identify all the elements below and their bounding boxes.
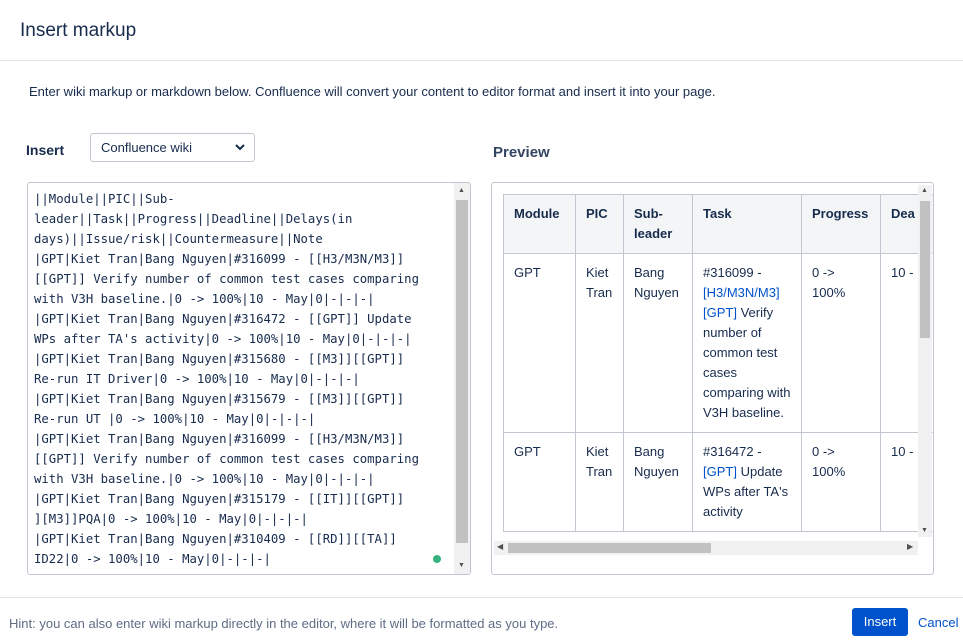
preview-label: Preview — [493, 144, 550, 161]
cell-module: GPT — [503, 432, 576, 532]
editor-line: |GPT|Kiet Tran|Bang Nguyen|#310409 - [[R… — [34, 532, 397, 546]
editor-line: |GPT|Kiet Tran|Bang Nguyen|#316472 - [[G… — [34, 312, 412, 326]
cell-subleader: Bang Nguyen — [623, 253, 693, 433]
editor-line: days)||Issue/risk||Countermeasure||Note — [34, 232, 323, 246]
editor-scrollbar[interactable]: ▲ ▼ — [454, 183, 470, 574]
editor-scroll-thumb[interactable] — [456, 200, 468, 543]
editor-line: |GPT|Kiet Tran|Bang Nguyen|#316099 - [[H… — [34, 432, 405, 446]
preview-horizontal-scrollbar[interactable]: ◀ ▶ — [494, 541, 918, 555]
scroll-down-arrow-icon[interactable]: ▼ — [458, 562, 465, 569]
column-header: PIC — [575, 194, 624, 254]
task-suffix: Verify number of common test cases compa… — [703, 305, 791, 420]
preview-panel: Module PIC Sub-leader Task Progress Dea … — [491, 182, 934, 575]
cell-pic: Kiet Tran — [575, 253, 624, 433]
editor-line: ID22|0 -> 100%|10 - May|0|-|-|-| — [34, 552, 271, 566]
editor-line: |GPT|Kiet Tran|Bang Nguyen|#315680 - [[M… — [34, 352, 405, 366]
table-row: GPT Kiet Tran Bang Nguyen #316099 - [H3/… — [503, 253, 933, 433]
cell-module: GPT — [503, 253, 576, 433]
task-link[interactable]: [H3/M3N/M3] — [703, 285, 780, 300]
table-row: GPT Kiet Tran Bang Nguyen #316472 - [GPT… — [503, 432, 933, 532]
preview-vertical-scrollbar[interactable]: ▲ ▼ — [918, 185, 932, 537]
column-header: Module — [503, 194, 576, 254]
preview-table: Module PIC Sub-leader Task Progress Dea … — [503, 194, 933, 532]
cell-task: #316099 - [H3/M3N/M3] [GPT] Verify number… — [692, 253, 802, 433]
editor-line: WPs after TA's activity|0 -> 100%|10 - M… — [34, 332, 412, 346]
editor-line: [[GPT]] Verify number of common test cas… — [34, 272, 419, 286]
column-header: Progress — [801, 194, 881, 254]
scroll-up-arrow-icon[interactable]: ▲ — [921, 187, 928, 194]
editor-line: leader||Task||Progress||Deadline||Delays… — [34, 212, 353, 226]
dialog-title: Insert markup — [20, 20, 137, 41]
column-header: Task — [692, 194, 802, 254]
task-link-text: GPT — [706, 464, 734, 479]
task-link[interactable]: [GPT] — [703, 305, 737, 320]
cell-pic: Kiet Tran — [575, 432, 624, 532]
scroll-right-arrow-icon[interactable]: ▶ — [907, 542, 913, 551]
editor-line: |GPT|Kiet Tran|Bang Nguyen|#315679 - [[M… — [34, 392, 405, 406]
scroll-left-arrow-icon[interactable]: ◀ — [497, 542, 503, 551]
cancel-button[interactable]: Cancel — [918, 615, 958, 630]
format-select-value: Confluence wiki — [101, 140, 193, 155]
editor-line: with V3H baseline.|0 -> 100%|10 - May|0|… — [34, 292, 375, 306]
markup-editor-text[interactable]: ||Module||PIC||Sub-leader||Task||Progres… — [34, 189, 454, 569]
editor-line: with V3H baseline.|0 -> 100%|10 - May|0|… — [34, 472, 375, 486]
column-header: Sub-leader — [623, 194, 693, 254]
task-link[interactable]: [GPT] — [703, 464, 737, 479]
status-dot — [433, 555, 441, 563]
editor-line: Re-run UT |0 -> 100%|10 - May|0|-|-|-| — [34, 412, 316, 426]
preview-vscroll-thumb[interactable] — [920, 201, 930, 338]
task-prefix: #316099 - — [703, 265, 762, 280]
scroll-up-arrow-icon[interactable]: ▲ — [458, 187, 465, 194]
markup-editor[interactable]: ||Module||PIC||Sub-leader||Task||Progres… — [27, 182, 471, 575]
chevron-down-icon — [235, 144, 245, 151]
editor-line: [[GPT]] Verify number of common test cas… — [34, 452, 419, 466]
hint-text: Hint: you can also enter wiki markup dir… — [9, 616, 559, 631]
cell-progress: 0 -> 100% — [801, 253, 881, 433]
editor-line: |GPT|Kiet Tran|Bang Nguyen|#316099 - [[H… — [34, 252, 405, 266]
task-prefix: #316472 - — [703, 444, 762, 459]
intro-text: Enter wiki markup or markdown below. Con… — [29, 84, 716, 99]
table-header-row: Module PIC Sub-leader Task Progress Dea — [503, 194, 933, 254]
editor-line: ||Module||PIC||Sub- — [34, 192, 175, 206]
editor-line: |GPT|Kiet Tran|Bang Nguyen|#315179 - [[I… — [34, 492, 405, 506]
task-link-text: GPT — [706, 305, 734, 320]
insert-label: Insert — [26, 142, 65, 158]
task-link-text: H3/M3N/M3 — [706, 285, 776, 300]
dialog-footer: Hint: you can also enter wiki markup dir… — [0, 597, 963, 640]
cell-progress: 0 -> 100% — [801, 432, 881, 532]
preview-hscroll-thumb[interactable] — [508, 543, 711, 553]
cell-subleader: Bang Nguyen — [623, 432, 693, 532]
format-select[interactable]: Confluence wiki — [90, 133, 255, 162]
scroll-down-arrow-icon[interactable]: ▼ — [921, 527, 928, 534]
dialog-header: Insert markup — [0, 0, 963, 61]
insert-button[interactable]: Insert — [852, 608, 908, 636]
cell-task: #316472 - [GPT] Update WPs after TA's ac… — [692, 432, 802, 532]
editor-line: ][M3]]PQA|0 -> 100%|10 - May|0|-|-|-| — [34, 512, 308, 526]
editor-line: Re-run IT Driver|0 -> 100%|10 - May|0|-|… — [34, 372, 360, 386]
